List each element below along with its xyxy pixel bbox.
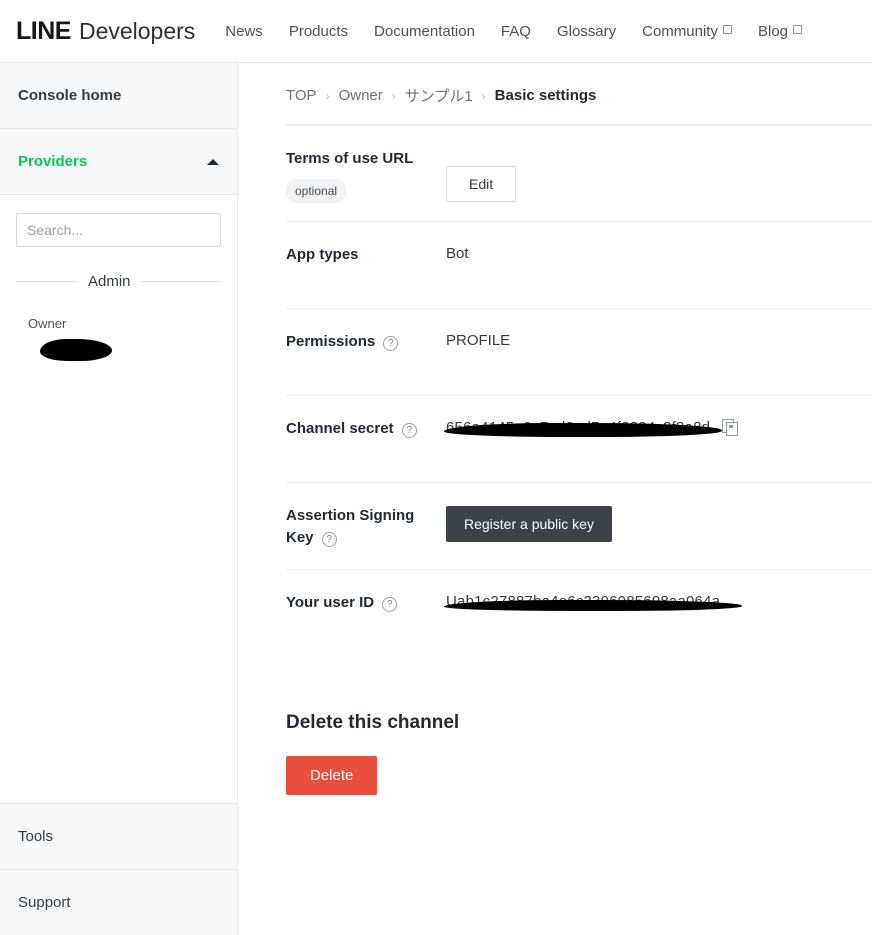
nav-label: Products [288,22,349,40]
page-body: Console home Providers Admin Owner Tools… [0,63,872,935]
row-value-permissions: PROFILE [446,331,872,349]
row-label-text: Channel secret [286,419,394,437]
row-label-permissions: Permissions ? [286,331,446,354]
row-value-assertion-signing-key: Register a public key [446,505,872,542]
row-value-channel-secret: 656a4145e6a7ed8ad7a4f8884c3f8a8d [444,418,872,437]
nav-label: Glossary [556,22,617,40]
logo-developers-text: Developers [78,17,196,44]
row-label-text: Terms of use URL [286,150,414,167]
row-label-text: App types [286,245,359,263]
nav-item-glossary[interactable]: Glossary [557,23,616,40]
chevron-right-icon: › [391,88,396,103]
row-label-text: Assertion Signing Key [286,506,415,547]
row-label-your-user-id: Your user ID ? [286,592,446,615]
search-input[interactable] [16,213,221,247]
owner-name-redacted [40,339,112,361]
user-id-redaction [444,599,742,611]
divider-line-right [140,281,221,282]
sidebar-item-providers[interactable]: Providers [0,129,237,195]
help-question-icon[interactable]: ? [401,422,417,438]
sidebar-item-console-home[interactable]: Console home [0,63,237,129]
breadcrumb-item-basic-settings: Basic settings [494,87,597,104]
nav-item-news[interactable]: News [225,23,263,40]
sidebar-provider-panel: Admin Owner [0,195,237,803]
row-terms-of-use-url: Terms of use URL optional Edit [286,125,872,221]
row-label-assertion-signing-key: Assertion Signing Key ? [286,505,446,550]
divider-line-left [16,281,78,282]
row-label-terms-of-use: Terms of use URL optional [286,148,446,203]
nav-label: FAQ [500,22,531,40]
line-developers-logo[interactable]: LINE Developers [16,17,195,46]
chevron-right-icon: › [481,88,486,103]
breadcrumb-item-owner[interactable]: Owner [339,87,383,104]
admin-section-divider: Admin [16,273,221,290]
delete-button[interactable]: Delete [286,755,378,795]
nav-item-documentation[interactable]: Documentation [374,23,475,40]
sidebar-item-support[interactable]: Support [0,869,237,935]
logo-line-text: LINE [16,16,71,45]
delete-channel-title: Delete this channel [286,711,460,733]
nav-label: Blog [757,22,789,40]
sidebar-support-label: Support [18,894,71,911]
owner-role-label: Owner [28,316,67,331]
sidebar: Console home Providers Admin Owner Tools… [0,63,238,935]
permissions-value: PROFILE [446,331,511,349]
user-id-value: Uab1c27887ba4e6c3396985698aa064a [444,593,742,611]
nav-item-products[interactable]: Products [289,23,348,40]
chevron-up-icon[interactable] [207,158,219,165]
user-id-wrap: Uab1c27887ba4e6c3396985698aa064a [444,593,742,611]
external-link-icon [722,25,732,34]
external-link-icon [793,25,803,34]
site-header: LINE Developers News Products Documentat… [0,0,872,63]
row-label-app-types: App types [286,244,446,267]
row-value-terms-of-use: Edit [446,148,872,202]
delete-channel-section: Delete this channel Delete [238,656,872,795]
help-question-icon[interactable]: ? [321,532,337,547]
register-public-key-button[interactable]: Register a public key [446,505,612,542]
sidebar-providers-label: Providers [18,153,88,170]
nav-label: Community [642,22,718,40]
optional-badge: optional [286,178,347,203]
help-question-icon[interactable]: ? [383,335,399,351]
breadcrumb: TOP › Owner › サンプル1 › Basic settings [238,63,872,124]
channel-secret-value: 656a4145e6a7ed8ad7a4f8884c3f8a8d [444,419,722,437]
help-question-icon[interactable]: ? [382,596,398,612]
row-label-text: Your user ID [286,593,375,611]
row-permissions: Permissions ? PROFILE [286,307,872,395]
sidebar-tools-label: Tools [18,828,54,845]
row-label-channel-secret: Channel secret ? [286,418,446,441]
row-value-your-user-id: Uab1c27887ba4e6c3396985698aa064a [444,592,872,611]
nav-label: Documentation [374,22,475,40]
nav-label: News [225,22,263,40]
row-app-types: App types Bot [286,220,872,308]
settings-rows: Terms of use URL optional Edit App types… [238,124,872,656]
copy-icon[interactable] [722,418,739,436]
chevron-right-icon: › [325,88,330,103]
row-assertion-signing-key: Assertion Signing Key ? Register a publi… [286,481,872,569]
app-types-value: Bot [446,244,469,262]
row-your-user-id: Your user ID ? Uab1c27887ba4e6c339698569… [286,568,872,656]
main-content: TOP › Owner › サンプル1 › Basic settings Ter… [238,63,872,935]
edit-button[interactable]: Edit [446,166,517,202]
sidebar-item-tools[interactable]: Tools [0,803,237,869]
sidebar-console-home-label: Console home [18,87,122,104]
row-value-app-types: Bot [446,244,872,262]
channel-secret-redaction [444,422,722,437]
main-navigation: News Products Documentation FAQ Glossary… [225,22,803,40]
row-channel-secret: Channel secret ? 656a4145e6a7ed8ad7a4f88… [286,394,872,482]
channel-secret-wrap: 656a4145e6a7ed8ad7a4f8884c3f8a8d [444,418,739,437]
nav-item-community[interactable]: Community [642,23,732,40]
admin-divider-label: Admin [88,273,131,290]
breadcrumb-item-top[interactable]: TOP [286,87,317,104]
breadcrumb-item-channel[interactable]: サンプル1 [405,85,473,106]
nav-item-faq[interactable]: FAQ [501,23,531,40]
row-label-text: Permissions [286,332,376,350]
nav-item-blog[interactable]: Blog [757,22,803,40]
